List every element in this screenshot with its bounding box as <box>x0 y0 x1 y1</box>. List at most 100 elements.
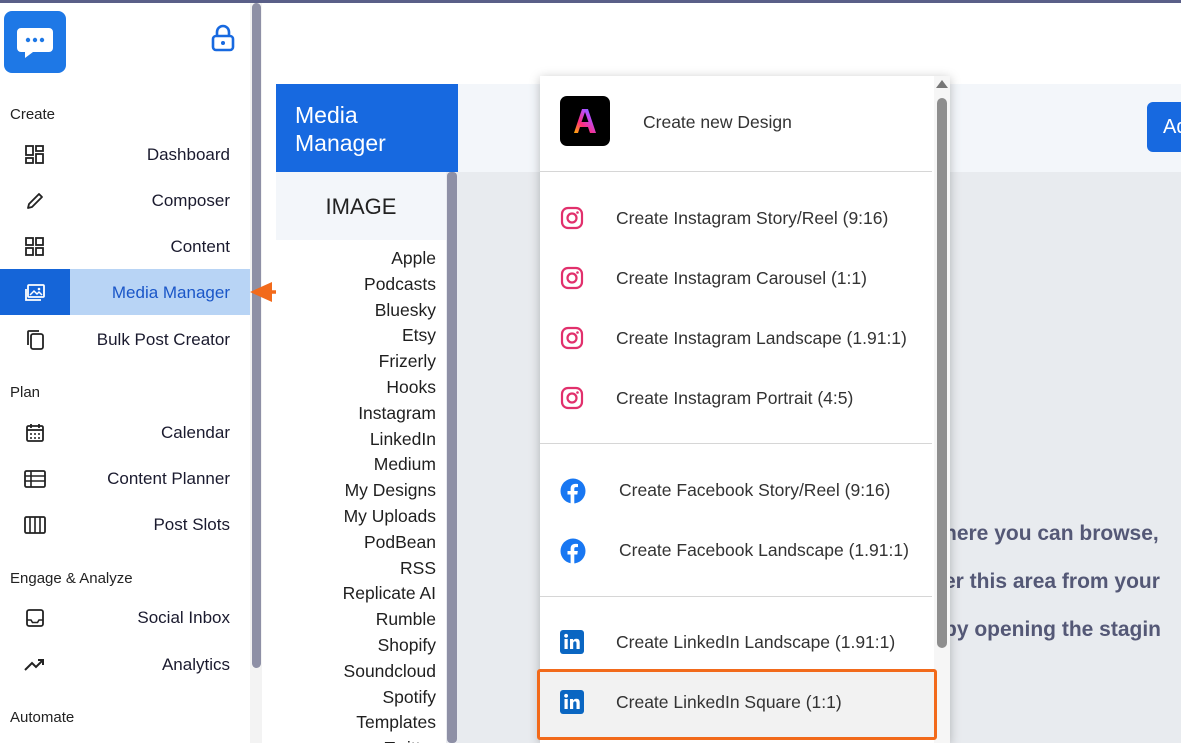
source-item[interactable]: PodBean <box>343 530 436 556</box>
chat-bubble-icon[interactable] <box>4 11 66 73</box>
tab-image[interactable]: IMAGE <box>276 172 446 240</box>
sidebar-item-label: Media Manager <box>111 283 230 302</box>
source-item[interactable]: Frizerly <box>343 349 436 375</box>
instagram-icon <box>560 266 586 292</box>
content-text-line: by opening the stagin <box>944 618 1162 641</box>
menu-item-instagram-landscape[interactable]: Create Instagram Landscape (1.91:1) <box>540 311 932 367</box>
section-engage-analyze: Engage & Analyze <box>10 570 133 587</box>
instagram-icon <box>560 326 586 352</box>
grid-icon <box>22 235 48 259</box>
sidebar-item-content-planner[interactable]: Content Planner <box>0 455 250 501</box>
instagram-icon <box>560 206 586 232</box>
menu-item-facebook-landscape[interactable]: Create Facebook Landscape (1.91:1) <box>540 523 932 579</box>
sidebar-item-label: Social Inbox <box>137 608 230 627</box>
divider <box>540 596 932 597</box>
adobe-express-icon <box>560 96 610 146</box>
sidebar-item-label: Bulk Post Creator <box>96 330 230 349</box>
source-item[interactable]: Etsy <box>343 323 436 349</box>
source-item[interactable]: Bluesky <box>343 298 436 324</box>
sidebar-item-social-inbox[interactable]: Social Inbox <box>0 594 250 640</box>
sidebar: Create Dashboard Composer Content Media … <box>0 3 250 743</box>
source-item[interactable]: Spotify <box>343 685 437 711</box>
menu-item-label: Create LinkedIn Landscape (1.91:1) <box>616 632 896 652</box>
menu-item-label: Create Facebook Story/Reel (9:16) <box>619 480 891 500</box>
sidebar-item-label: Content <box>170 237 230 256</box>
sidebar-item-content[interactable]: Content <box>0 223 250 269</box>
sidebar-item-label: Calendar <box>161 423 230 442</box>
sidebar-item-bulk-post-creator[interactable]: Bulk Post Creator <box>0 316 250 362</box>
source-list-scrollbar-thumb[interactable] <box>447 172 457 743</box>
source-item[interactable]: Medium <box>343 452 436 478</box>
dashboard-icon <box>22 143 48 167</box>
sidebar-item-label: Content Planner <box>107 469 230 488</box>
source-item[interactable]: Templates <box>343 710 436 736</box>
menu-item-label: Create new Design <box>643 112 792 132</box>
source-item[interactable]: Soundcloud <box>343 659 436 685</box>
menu-item-instagram-story-reel[interactable]: Create Instagram Story/Reel (9:16) <box>540 191 932 247</box>
menu-item-label: Create Facebook Landscape (1.91:1) <box>619 540 909 560</box>
source-item[interactable]: Apple <box>343 246 436 272</box>
sidebar-item-composer[interactable]: Composer <box>0 177 250 223</box>
media-manager-title-line-2: Manager <box>295 130 386 156</box>
sidebar-item-label: Dashboard <box>146 145 230 164</box>
source-item[interactable]: Instagram <box>343 401 436 427</box>
sidebar-item-label: Composer <box>151 191 230 210</box>
content-text-line: er this area from your <box>944 570 1160 593</box>
divider <box>540 171 932 172</box>
divider <box>540 443 932 444</box>
menu-item-facebook-story-reel[interactable]: Create Facebook Story/Reel (9:16) <box>540 463 932 519</box>
add-button[interactable]: Ad <box>1147 102 1181 152</box>
source-items: Apple Podcasts Bluesky Etsy Frizerly Hooks Ins… <box>343 246 436 743</box>
menu-item-label: Create Instagram Landscape (1.91:1) <box>616 328 907 348</box>
sidebar-item-dashboard[interactable]: Dashboard <box>0 131 250 177</box>
source-item[interactable]: Replicate AI <box>343 581 436 607</box>
media-manager-title-line-1: Media <box>295 102 358 128</box>
linkedin-icon <box>560 630 586 656</box>
pencil-icon <box>22 189 48 213</box>
copy-stack-icon <box>22 328 48 352</box>
media-manager-title: Media Manager <box>276 84 458 172</box>
dropdown-scrollbar-thumb[interactable] <box>937 98 947 648</box>
menu-item-instagram-carousel[interactable]: Create Instagram Carousel (1:1) <box>540 251 932 307</box>
sidebar-item-media-manager[interactable]: Media Manager <box>0 269 250 315</box>
menu-item-label: Create Instagram Story/Reel (9:16) <box>616 208 889 228</box>
menu-item-create-new-design[interactable]: Create new Design <box>540 92 932 156</box>
slots-icon <box>22 513 48 537</box>
source-item[interactable]: Rumble <box>343 607 436 633</box>
facebook-icon <box>560 478 586 504</box>
scroll-up-arrow-icon[interactable] <box>936 80 948 88</box>
source-item[interactable]: My Designs <box>343 478 436 504</box>
instagram-icon <box>560 386 586 412</box>
inbox-icon <box>22 606 48 630</box>
menu-item-label: Create Instagram Carousel (1:1) <box>616 268 867 288</box>
section-create: Create <box>10 106 56 123</box>
menu-item-label: Create Instagram Portrait (4:5) <box>616 388 854 408</box>
source-item[interactable]: My Uploads <box>343 504 436 530</box>
sidebar-item-analytics[interactable]: Analytics <box>0 641 250 687</box>
trend-icon <box>22 653 48 677</box>
source-item[interactable]: Podcasts <box>343 272 436 298</box>
source-item[interactable]: RSS <box>343 556 436 582</box>
sidebar-item-label: Analytics <box>161 655 230 674</box>
facebook-icon <box>560 538 586 564</box>
sidebar-scrollbar-thumb[interactable] <box>252 3 261 668</box>
content-text-line: here you can browse, <box>944 522 1159 545</box>
source-item[interactable]: Shopify <box>343 633 436 659</box>
image-gallery-icon <box>22 281 48 305</box>
section-plan: Plan <box>10 384 41 401</box>
lock-icon[interactable] <box>208 23 238 53</box>
menu-item-linkedin-landscape[interactable]: Create LinkedIn Landscape (1.91:1) <box>540 615 932 671</box>
source-item[interactable]: Hooks <box>343 375 436 401</box>
sidebar-item-post-slots[interactable]: Post Slots <box>0 501 250 547</box>
table-icon <box>22 467 48 491</box>
menu-item-instagram-portrait[interactable]: Create Instagram Portrait (4:5) <box>540 371 932 427</box>
sidebar-item-calendar[interactable]: Calendar <box>0 409 250 455</box>
highlight-annotation-box <box>537 669 937 740</box>
section-automate: Automate <box>10 709 75 726</box>
source-item[interactable]: LinkedIn <box>343 427 436 453</box>
source-item[interactable]: Twitter <box>343 736 436 743</box>
create-design-dropdown: Create new Design Create Instagram Story… <box>540 76 950 743</box>
media-source-list: IMAGE Apple Podcasts Bluesky Etsy Frizerly Ho… <box>276 172 446 743</box>
calendar-icon <box>22 421 48 445</box>
sidebar-item-label: Post Slots <box>153 515 230 534</box>
